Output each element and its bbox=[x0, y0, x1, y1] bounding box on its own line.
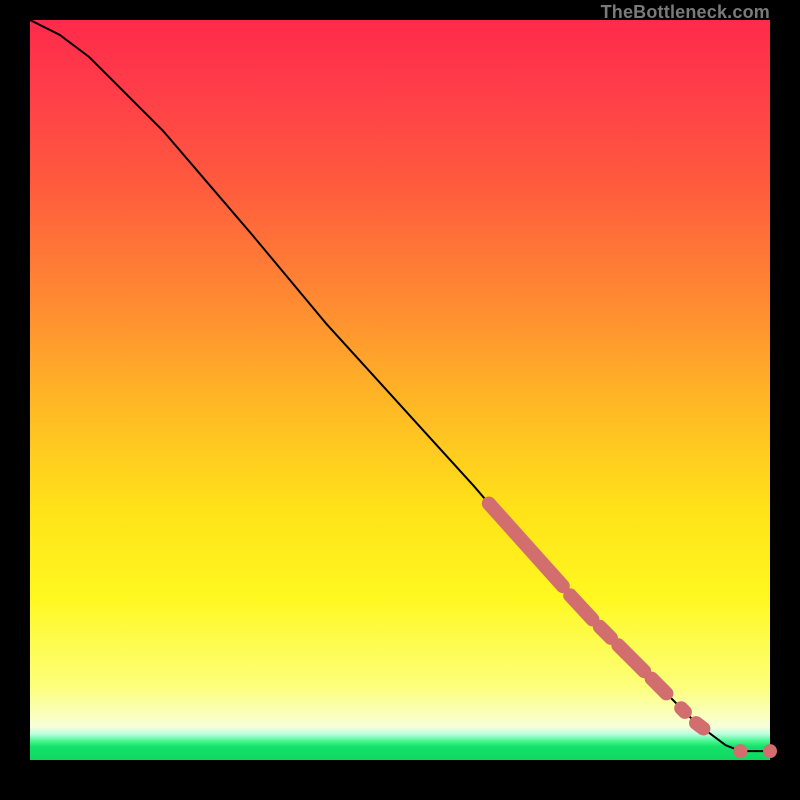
highlight-point bbox=[733, 744, 747, 758]
main-curve bbox=[30, 20, 770, 751]
plot-area bbox=[30, 20, 770, 760]
highlight-segment bbox=[681, 708, 685, 712]
highlight-point bbox=[763, 744, 777, 758]
highlight-segment bbox=[696, 723, 703, 729]
chart-stage: TheBottleneck.com bbox=[0, 0, 800, 800]
highlight-bars bbox=[489, 503, 704, 728]
highlight-segment bbox=[652, 679, 667, 694]
highlight-segment bbox=[489, 503, 563, 586]
highlight-segment bbox=[570, 595, 592, 619]
highlight-segment bbox=[600, 627, 611, 638]
curve-svg bbox=[30, 20, 770, 760]
highlight-segment bbox=[618, 645, 644, 671]
